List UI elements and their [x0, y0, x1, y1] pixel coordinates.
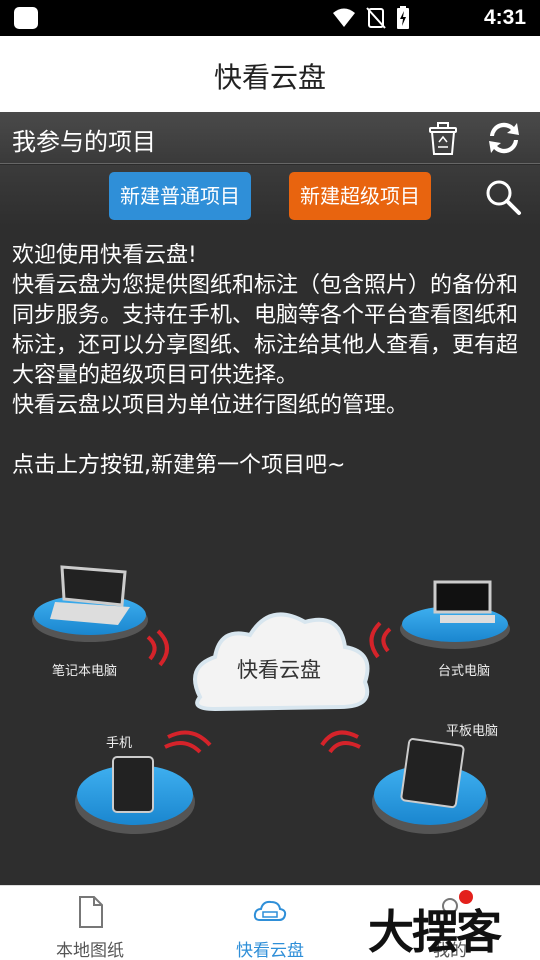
watermark-logo: 大摆客 — [368, 905, 502, 959]
welcome-line: 欢迎使用快看云盘! — [12, 243, 197, 268]
nav-label-cloud: 快看云盘 — [236, 941, 304, 960]
cloud-icon — [253, 900, 287, 921]
intro-text: 欢迎使用快看云盘! 快看云盘为您提供图纸和标注（包含照片）的备份和同步服务。支持… — [12, 241, 532, 481]
app-bar: 快看云盘 — [0, 36, 540, 112]
nav-local-drawings[interactable]: 本地图纸 — [0, 886, 180, 960]
laptop-device — [32, 565, 148, 642]
page-title: 快看云盘 — [213, 61, 326, 94]
no-sim-icon — [366, 7, 386, 29]
new-normal-project-button[interactable]: 新建普通项目 — [109, 172, 251, 220]
desktop-label: 台式电脑 — [438, 664, 490, 679]
project-header: 我参与的项目 — [0, 112, 540, 164]
laptop-label: 笔记本电脑 — [52, 663, 117, 679]
battery-charging-icon — [397, 6, 409, 29]
document-icon — [79, 896, 103, 928]
status-bar: 4:31 — [0, 0, 540, 36]
section-title: 我参与的项目 — [12, 128, 156, 156]
phone-device — [75, 756, 195, 834]
clock: 4:31 — [483, 6, 526, 29]
intro-management-line: 快看云盘以项目为单位进行图纸的管理。 — [12, 393, 409, 418]
notification-badge — [459, 890, 473, 904]
sync-icon[interactable] — [484, 118, 524, 158]
search-icon[interactable] — [484, 178, 522, 216]
tablet-label: 平板电脑 — [446, 724, 498, 739]
nav-label-local: 本地图纸 — [56, 941, 124, 960]
status-icons — [332, 6, 410, 30]
intro-paragraph: 快看云盘为您提供图纸和标注（包含照片）的备份和同步服务。支持在手机、电脑等各个平… — [12, 273, 519, 388]
app-notification-icon — [14, 7, 38, 29]
center-cloud-label: 快看云盘 — [237, 658, 321, 682]
action-row: 新建普通项目 新建超级项目 — [0, 165, 540, 227]
phone-label: 手机 — [106, 736, 132, 751]
nav-cloud-disk[interactable]: 快看云盘 — [180, 886, 360, 960]
desktop-device — [400, 580, 510, 649]
wifi-icon — [333, 8, 355, 27]
cloud-sync-diagram: 笔记本电脑 台式电脑 手机 平板电脑 快看云盘 — [32, 565, 510, 834]
tablet-device — [372, 738, 488, 834]
call-to-action-line: 点击上方按钮,新建第一个项目吧~ — [12, 453, 346, 478]
new-super-project-button[interactable]: 新建超级项目 — [289, 172, 431, 220]
recycle-bin-icon[interactable] — [426, 120, 460, 156]
